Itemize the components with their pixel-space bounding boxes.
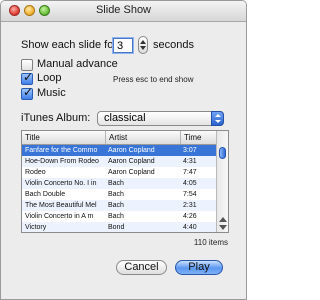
track-artist: Bond <box>108 224 125 231</box>
loop-label: Loop <box>37 72 62 84</box>
track-artist: Bach <box>108 191 124 198</box>
duration-suffix-label: seconds <box>153 39 194 51</box>
track-title: Violin Concerto No. I in <box>25 180 97 187</box>
itunes-album-label: iTunes Album: <box>21 112 91 124</box>
itunes-album-selected: classical <box>104 112 146 124</box>
track-title: The Most Beautiful Mel <box>25 202 97 209</box>
cancel-button[interactable]: Cancel <box>116 260 167 275</box>
table-row[interactable]: Rodeo Aaron Copland 7:47 <box>22 167 217 178</box>
track-time: 7:54 <box>183 191 197 198</box>
track-title: Victory <box>25 224 47 231</box>
table-row[interactable]: Bach Double Bach 7:54 <box>22 189 217 200</box>
track-artist: Aaron Copland <box>108 158 155 165</box>
track-title: Violin Concerto in A m <box>25 213 94 220</box>
column-header-time[interactable]: Time <box>180 131 217 144</box>
music-checkbox[interactable]: ✓ <box>21 85 34 100</box>
window-title: Slide Show <box>95 4 152 16</box>
track-artist: Bach <box>108 213 124 220</box>
track-time: 2:31 <box>183 202 197 209</box>
popup-arrows-icon <box>211 111 224 126</box>
table-row[interactable]: Hoe-Down From Rodeo Aaron Copland 4:31 <box>22 156 217 167</box>
table-row[interactable]: Victory Bond 4:40 <box>22 222 217 232</box>
play-button[interactable]: Play <box>175 260 223 275</box>
duration-stepper[interactable] <box>138 36 148 54</box>
table-row[interactable]: Violin Concerto in A m Bach 4:26 <box>22 211 217 222</box>
slide-show-dialog: Slide Show Show each slide for 3 seconds… <box>0 0 247 300</box>
track-artist: Aaron Copland <box>108 169 155 176</box>
track-artist: Aaron Copland <box>108 147 155 154</box>
track-title: Bach Double <box>25 191 66 198</box>
scroll-down-arrow-icon[interactable] <box>219 225 227 230</box>
track-artist: Bach <box>108 180 124 187</box>
column-header-artist[interactable]: Artist <box>105 131 180 144</box>
track-title: Hoe-Down From Rodeo <box>25 158 99 165</box>
music-label: Music <box>37 87 66 99</box>
esc-hint-text: Press esc to end show <box>113 75 194 84</box>
checkmark-icon: ✓ <box>23 70 34 84</box>
table-row[interactable]: Violin Concerto No. I in Bach 4:05 <box>22 178 217 189</box>
item-count: 110 items <box>193 238 228 247</box>
loop-checkbox[interactable]: ✓ <box>21 70 34 85</box>
duration-prefix-label: Show each slide for <box>21 39 117 51</box>
stepper-up-arrow-icon[interactable] <box>140 40 146 44</box>
title-bar: Slide Show <box>1 1 246 22</box>
manual-advance-label: Manual advance <box>37 58 118 70</box>
stepper-down-arrow-icon[interactable] <box>140 46 146 50</box>
track-table: Title Artist Time Fanfare for the Commo … <box>21 130 229 233</box>
scrollbar-thumb[interactable] <box>219 147 226 159</box>
track-time: 4:05 <box>183 180 197 187</box>
track-time: 4:26 <box>183 213 197 220</box>
track-title: Fanfare for the Commo <box>25 147 98 154</box>
track-table-scrollbar[interactable] <box>216 131 228 232</box>
track-artist: Bach <box>108 202 124 209</box>
track-time: 7:47 <box>183 169 197 176</box>
table-row[interactable]: Fanfare for the Commo Aaron Copland 3:07 <box>22 145 217 156</box>
track-rows: Fanfare for the Commo Aaron Copland 3:07… <box>22 145 217 232</box>
track-time: 3:07 <box>183 147 197 154</box>
slide-duration-input[interactable]: 3 <box>113 38 133 53</box>
track-table-header: Title Artist Time <box>22 131 217 145</box>
track-time: 4:31 <box>183 158 197 165</box>
track-title: Rodeo <box>25 169 46 176</box>
column-header-title[interactable]: Title <box>22 131 105 144</box>
table-row[interactable]: The Most Beautiful Mel Bach 2:31 <box>22 200 217 211</box>
itunes-album-popup[interactable]: classical <box>97 111 224 126</box>
track-time: 4:40 <box>183 224 197 231</box>
checkmark-icon: ✓ <box>23 85 34 99</box>
scroll-up-arrow-icon[interactable] <box>219 217 227 222</box>
